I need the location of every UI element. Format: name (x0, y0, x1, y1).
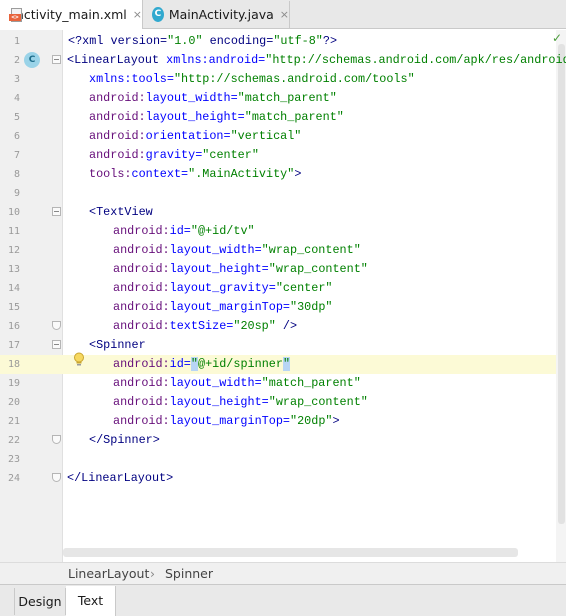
tab-label: activity_main.xml (16, 7, 127, 22)
tab-activity-main-xml[interactable]: <> activity_main.xml × (0, 0, 143, 29)
line-text: </Spinner> (89, 433, 160, 447)
code-line: 3 xmlns:tools="http://schemas.android.co… (0, 70, 556, 89)
code-line: 23 (0, 450, 556, 469)
breadcrumb-separator: › (150, 566, 155, 581)
line-text: android:layout_width="wrap_content" (113, 243, 361, 257)
line-number: 15 (7, 302, 20, 313)
line-number: 24 (7, 473, 20, 484)
line-number: 3 (13, 74, 20, 85)
breadcrumb-item-linearlayout[interactable]: LinearLayout (68, 566, 149, 581)
line-text: android:layout_height="wrap_content" (113, 395, 368, 409)
code-line: 20 android:layout_height="wrap_content" (0, 393, 556, 412)
fold-toggle-icon[interactable] (52, 340, 61, 349)
line-text: <TextView (89, 205, 153, 219)
line-text: tools:context=".MainActivity"> (89, 167, 302, 181)
line-text: android:layout_gravity="center" (113, 281, 333, 295)
lightbulb-icon[interactable] (73, 352, 85, 367)
tab-label: MainActivity.java (168, 7, 274, 22)
line-text: </LinearLayout> (67, 471, 174, 485)
line-text: android:id="@+id/spinner" (113, 357, 291, 371)
line-text: android:id="@+id/tv" (113, 224, 255, 238)
fold-end-icon[interactable] (52, 473, 61, 482)
code-line: 9 (0, 184, 556, 203)
code-line: 12 android:layout_width="wrap_content" (0, 241, 556, 260)
line-number: 19 (7, 378, 20, 389)
fold-end-icon[interactable] (52, 435, 61, 444)
editor-tab-bar: <> activity_main.xml × C MainActivity.ja… (0, 0, 566, 29)
line-text: android:layout_marginTop="20dp"> (113, 414, 340, 428)
line-number: 18 (7, 359, 20, 370)
code-line: 24 </LinearLayout> (0, 469, 556, 488)
line-text: android:layout_width="match_parent" (113, 376, 361, 390)
line-text: android:layout_height="wrap_content" (113, 262, 368, 276)
tab-main-activity-java[interactable]: C MainActivity.java × (143, 1, 290, 28)
line-number: 12 (7, 245, 20, 256)
code-line: 19 android:layout_width="match_parent" (0, 374, 556, 393)
code-line: 1 <?xml version="1.0" encoding="utf-8"?> (0, 32, 556, 51)
line-number: 13 (7, 264, 20, 275)
line-number: 2 (13, 55, 20, 66)
tab-text[interactable]: Text (66, 586, 116, 616)
line-number: 20 (7, 397, 20, 408)
line-number: 11 (7, 226, 20, 237)
line-number: 21 (7, 416, 20, 427)
close-icon[interactable]: × (133, 8, 142, 21)
line-number: 22 (7, 435, 20, 446)
line-text: android:orientation="vertical" (89, 129, 302, 143)
line-text: xmlns:tools="http://schemas.android.com/… (89, 72, 415, 86)
code-line: 4 android:layout_width="match_parent" (0, 89, 556, 108)
code-line: 7 android:gravity="center" (0, 146, 556, 165)
line-text: <?xml version="1.0" encoding="utf-8"?> (68, 34, 338, 48)
line-number: 7 (13, 150, 20, 161)
line-text: <LinearLayout xmlns:android="http://sche… (67, 53, 566, 67)
check-icon: ✓ (552, 31, 563, 45)
code-line: 10 <TextView (0, 203, 556, 222)
line-number: 17 (7, 340, 20, 351)
close-icon[interactable]: × (280, 8, 289, 21)
fold-toggle-icon[interactable] (52, 55, 61, 64)
code-line: 16 android:textSize="20sp" /> (0, 317, 556, 336)
line-number: 9 (13, 188, 20, 199)
code-line: 5 android:layout_height="match_parent" (0, 108, 556, 127)
line-text: android:gravity="center" (89, 148, 259, 162)
line-text: android:layout_marginTop="30dp" (113, 300, 333, 314)
line-text: android:textSize="20sp" /> (113, 319, 298, 333)
code-line: 22 </Spinner> (0, 431, 556, 450)
code-line: 21 android:layout_marginTop="20dp"> (0, 412, 556, 431)
line-text: <Spinner (89, 338, 146, 352)
line-number: 8 (13, 169, 20, 180)
fold-end-icon[interactable] (52, 321, 61, 330)
line-number: 14 (7, 283, 20, 294)
line-number: 10 (7, 207, 20, 218)
code-line: 13 android:layout_height="wrap_content" (0, 260, 556, 279)
line-number: 1 (13, 36, 20, 47)
tab-design[interactable]: Design (14, 588, 66, 615)
vertical-scrollbar[interactable] (558, 44, 565, 524)
code-line: 14 android:layout_gravity="center" (0, 279, 556, 298)
breadcrumb: LinearLayout › Spinner (0, 562, 566, 584)
horizontal-scrollbar[interactable] (63, 548, 518, 557)
line-text: android:layout_height="match_parent" (89, 110, 344, 124)
line-number: 23 (7, 454, 20, 465)
line-number: 6 (13, 131, 20, 142)
line-number: 5 (13, 112, 20, 123)
code-line: 2 <LinearLayout xmlns:android="http://sc… (0, 51, 566, 70)
code-line: 15 android:layout_marginTop="30dp" (0, 298, 556, 317)
line-number: 16 (7, 321, 20, 332)
code-line: 6 android:orientation="vertical" (0, 127, 556, 146)
bottom-tab-bar: Design Text (0, 584, 566, 616)
fold-toggle-icon[interactable] (52, 207, 61, 216)
line-number: 4 (13, 93, 20, 104)
xml-file-icon: <> (9, 7, 22, 22)
related-class-icon[interactable]: C (24, 52, 40, 68)
java-class-icon: C (152, 7, 164, 22)
code-line: 11 android:id="@+id/tv" (0, 222, 556, 241)
code-line: 8 tools:context=".MainActivity"> (0, 165, 556, 184)
breadcrumb-item-spinner[interactable]: Spinner (165, 566, 213, 581)
line-text: android:layout_width="match_parent" (89, 91, 337, 105)
